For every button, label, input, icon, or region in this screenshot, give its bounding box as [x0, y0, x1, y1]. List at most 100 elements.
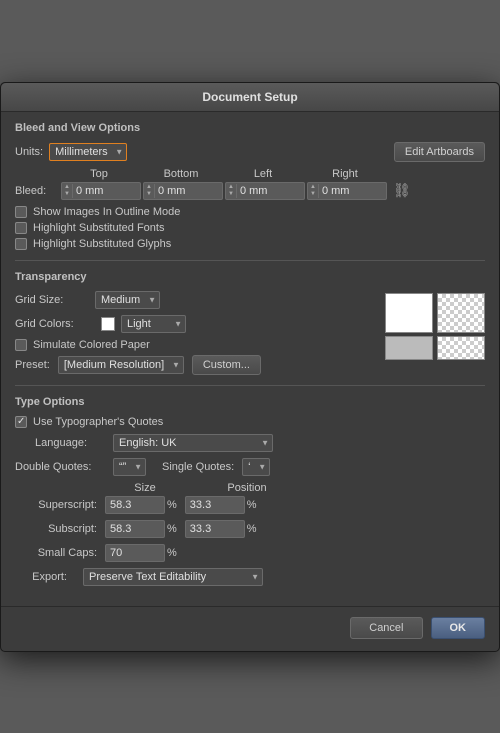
grid-color-swatch — [101, 317, 115, 331]
bleed-bottom-input[interactable] — [155, 183, 205, 199]
document-setup-dialog: Document Setup Bleed and View Options Un… — [0, 82, 500, 652]
language-label: Language: — [35, 437, 105, 449]
dialog-footer: Cancel OK — [1, 606, 499, 651]
units-select[interactable]: Millimeters Pixels Points Inches — [49, 143, 127, 161]
grid-colors-row: Grid Colors: Light Medium Dark — [15, 315, 377, 333]
grid-colors-select[interactable]: Light Medium Dark — [121, 315, 186, 333]
small-caps-row: Small Caps: % — [15, 544, 485, 562]
superscript-size-percent: % — [167, 499, 177, 511]
bleed-left-spinner[interactable]: ▲ ▼ — [226, 184, 237, 198]
typographers-quotes-row: Use Typographer's Quotes — [15, 416, 485, 428]
language-select-wrapper[interactable]: English: UK English: US — [113, 434, 273, 452]
grid-colors-label: Grid Colors: — [15, 318, 95, 330]
preview-checker-large — [437, 293, 485, 333]
preset-select[interactable]: [Medium Resolution] [High Resolution] [L… — [58, 356, 184, 374]
bleed-left-header: Left — [223, 168, 303, 180]
grid-size-select[interactable]: Medium Small Large — [95, 291, 160, 309]
bleed-section: Bleed and View Options Units: Millimeter… — [15, 122, 485, 250]
bleed-left-input-group[interactable]: ▲ ▼ — [225, 182, 305, 200]
show-images-row: Show Images In Outline Mode — [15, 206, 485, 218]
chain-link-icon: ⛓ — [393, 182, 411, 199]
bleed-bottom-spinner[interactable]: ▲ ▼ — [144, 184, 155, 198]
bleed-right-input-group[interactable]: ▲ ▼ — [307, 182, 387, 200]
single-quotes-select-wrapper[interactable]: ‘ — [242, 458, 270, 476]
preset-select-wrapper[interactable]: [Medium Resolution] [High Resolution] [L… — [58, 356, 184, 374]
grid-size-row: Grid Size: Medium Small Large — [15, 291, 377, 309]
highlight-glyphs-row: Highlight Substituted Glyphs — [15, 238, 485, 250]
preview-checker-small — [437, 336, 485, 360]
simulate-paper-row: Simulate Colored Paper — [15, 339, 377, 351]
typographers-quotes-label: Use Typographer's Quotes — [33, 416, 163, 428]
grid-colors-select-wrapper[interactable]: Light Medium Dark — [121, 315, 186, 333]
show-images-label: Show Images In Outline Mode — [33, 206, 180, 218]
transparency-previews — [385, 291, 485, 375]
subscript-position-percent: % — [247, 523, 257, 535]
bleed-top-input-group[interactable]: ▲ ▼ — [61, 182, 141, 200]
language-select[interactable]: English: UK English: US — [113, 434, 273, 452]
small-caps-percent: % — [167, 547, 177, 559]
typographers-quotes-checkbox[interactable] — [15, 416, 27, 428]
custom-button[interactable]: Custom... — [192, 355, 261, 375]
preset-row: Preset: [Medium Resolution] [High Resolu… — [15, 355, 377, 375]
bleed-right-header: Right — [305, 168, 385, 180]
bleed-left-input[interactable] — [237, 183, 287, 199]
bleed-section-title: Bleed and View Options — [15, 122, 485, 134]
small-caps-label: Small Caps: — [15, 547, 105, 559]
export-select-wrapper[interactable]: Preserve Text Editability Preserve Text … — [83, 568, 263, 586]
type-section: Type Options Use Typographer's Quotes La… — [15, 396, 485, 586]
type-section-title: Type Options — [15, 396, 485, 408]
bleed-right-input[interactable] — [319, 183, 369, 199]
bleed-right-spinner[interactable]: ▲ ▼ — [308, 184, 319, 198]
bleed-top-header: Top — [59, 168, 139, 180]
bleed-bottom-header: Bottom — [141, 168, 221, 180]
size-header: Size — [105, 482, 185, 494]
single-quotes-select[interactable]: ‘ — [242, 458, 270, 476]
edit-artboards-button[interactable]: Edit Artboards — [394, 142, 485, 162]
cancel-button[interactable]: Cancel — [350, 617, 422, 639]
quotes-row: Double Quotes: “” Single Quotes: ‘ — [15, 458, 485, 476]
bleed-top-spinner[interactable]: ▲ ▼ — [62, 184, 73, 198]
export-row: Export: Preserve Text Editability Preser… — [25, 568, 485, 586]
highlight-fonts-checkbox[interactable] — [15, 222, 27, 234]
preview-white-swatch — [385, 293, 433, 333]
divider-2 — [15, 385, 485, 386]
transparency-section: Transparency Grid Size: Medium Small Lar… — [15, 271, 485, 375]
bleed-label: Bleed: — [15, 185, 59, 197]
divider-1 — [15, 260, 485, 261]
highlight-fonts-row: Highlight Substituted Fonts — [15, 222, 485, 234]
bleed-top-input[interactable] — [73, 183, 123, 199]
ok-button[interactable]: OK — [431, 617, 486, 639]
highlight-glyphs-label: Highlight Substituted Glyphs — [33, 238, 171, 250]
preview-gray-swatch — [385, 336, 433, 360]
subscript-size-input[interactable] — [105, 520, 165, 538]
highlight-glyphs-checkbox[interactable] — [15, 238, 27, 250]
units-label: Units: — [15, 146, 43, 158]
double-quotes-select[interactable]: “” — [113, 458, 146, 476]
subscript-label: Subscript: — [15, 523, 105, 535]
superscript-position-input[interactable] — [185, 496, 245, 514]
double-quotes-select-wrapper[interactable]: “” — [113, 458, 146, 476]
preset-label: Preset: — [15, 359, 50, 371]
units-select-wrapper[interactable]: Millimeters Pixels Points Inches — [49, 143, 127, 161]
small-caps-input[interactable] — [105, 544, 165, 562]
transparency-section-title: Transparency — [15, 271, 485, 283]
simulate-paper-label: Simulate Colored Paper — [33, 339, 150, 351]
position-header: Position — [207, 482, 287, 494]
superscript-row: Superscript: % % — [15, 496, 485, 514]
highlight-fonts-label: Highlight Substituted Fonts — [33, 222, 164, 234]
single-quotes-label: Single Quotes: — [162, 461, 234, 473]
grid-size-label: Grid Size: — [15, 294, 95, 306]
grid-size-select-wrapper[interactable]: Medium Small Large — [95, 291, 160, 309]
bleed-row: Bleed: ▲ ▼ ▲ ▼ ▲ — [15, 182, 485, 200]
superscript-size-input[interactable] — [105, 496, 165, 514]
simulate-paper-checkbox[interactable] — [15, 339, 27, 351]
subscript-position-input[interactable] — [185, 520, 245, 538]
bleed-bottom-input-group[interactable]: ▲ ▼ — [143, 182, 223, 200]
show-images-checkbox[interactable] — [15, 206, 27, 218]
superscript-position-percent: % — [247, 499, 257, 511]
dialog-title: Document Setup — [1, 83, 499, 112]
export-label: Export: — [25, 571, 75, 583]
language-row: Language: English: UK English: US — [35, 434, 485, 452]
export-select[interactable]: Preserve Text Editability Preserve Text … — [83, 568, 263, 586]
units-row: Units: Millimeters Pixels Points Inches … — [15, 142, 485, 162]
